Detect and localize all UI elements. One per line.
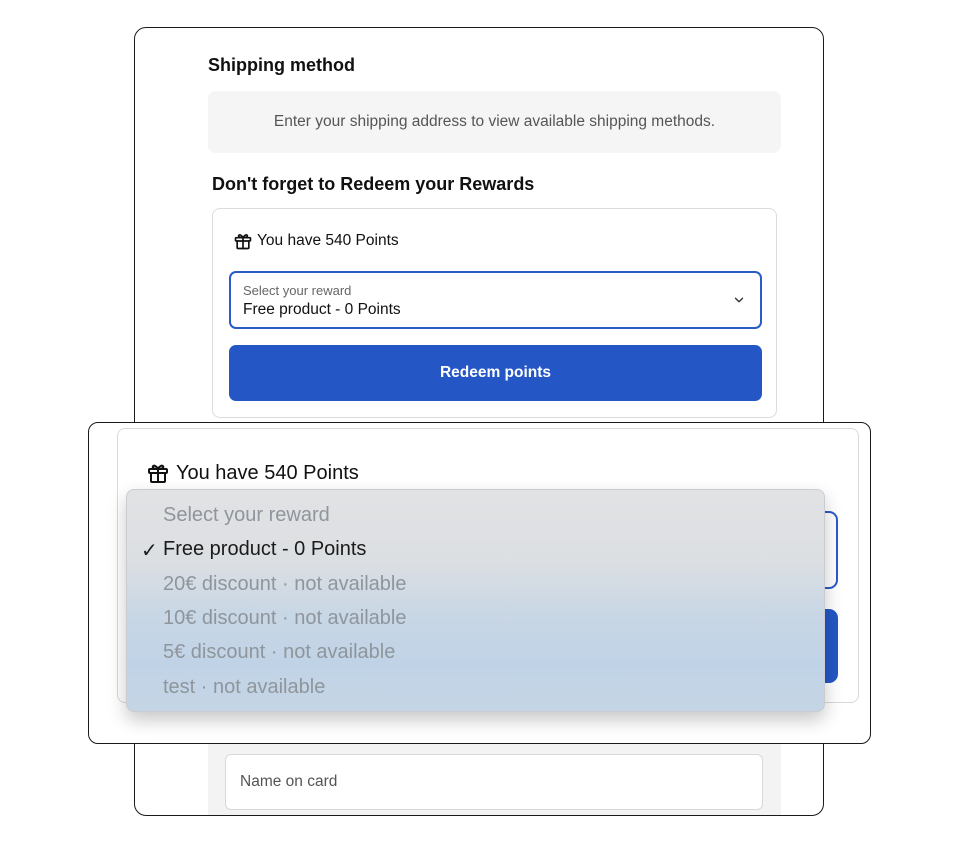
shipping-method-message: Enter your shipping address to view avai…: [273, 113, 716, 130]
name-on-card-input[interactable]: Name on card: [225, 754, 763, 810]
dropdown-option-5-discount[interactable]: 5€ discount · not available: [163, 641, 395, 664]
redeem-points-button[interactable]: Redeem points: [229, 345, 762, 401]
points-balance-text: You have 540 Points: [257, 232, 399, 249]
dropdown-option-10-discount[interactable]: 10€ discount · not available: [163, 607, 407, 630]
chevron-down-icon: [732, 293, 746, 312]
dropdown-option-20-discount[interactable]: 20€ discount · not available: [163, 573, 407, 596]
shipping-method-notice: Enter your shipping address to view avai…: [208, 91, 781, 153]
name-on-card-placeholder: Name on card: [240, 773, 338, 790]
points-balance: You have 540 Points: [233, 231, 399, 251]
zoom-points-balance: You have 540 Points: [146, 461, 359, 485]
gift-icon: [146, 461, 170, 485]
zoom-callout: You have 540 Points Select your reward ✓…: [88, 422, 871, 744]
reward-select-value: Free product - 0 Points: [243, 301, 401, 318]
reward-select-label: Select your reward: [243, 283, 352, 298]
dropdown-placeholder-option: Select your reward: [163, 504, 330, 526]
reward-dropdown-menu: Select your reward ✓ Free product - 0 Po…: [126, 489, 825, 712]
zoom-points-balance-text: You have 540 Points: [176, 461, 359, 484]
shipping-method-title: Shipping method: [208, 55, 355, 75]
rewards-panel: You have 540 Points Select your reward F…: [212, 208, 777, 418]
dropdown-option-free-product[interactable]: Free product - 0 Points: [163, 538, 366, 561]
gift-icon: [233, 231, 253, 251]
reward-select[interactable]: Select your reward Free product - 0 Poin…: [229, 271, 762, 329]
dropdown-option-test[interactable]: test · not available: [163, 676, 325, 699]
rewards-title: Don't forget to Redeem your Rewards: [212, 174, 535, 194]
checkmark-icon: ✓: [141, 540, 158, 562]
